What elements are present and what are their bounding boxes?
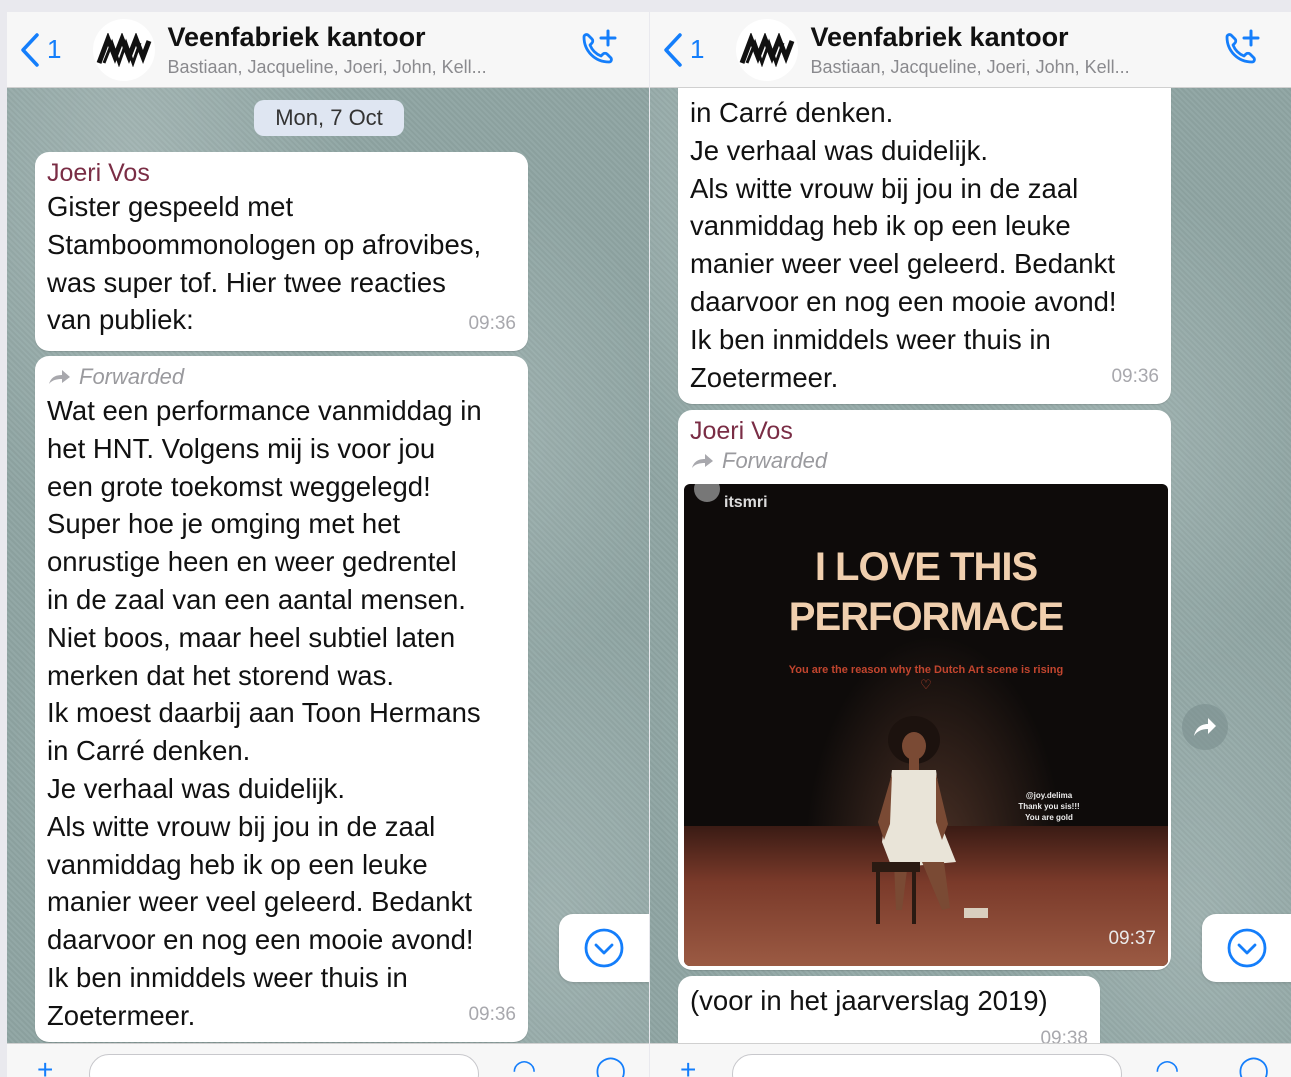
image-tag-handle: @joy.delima [1025, 791, 1073, 800]
microphone-icon[interactable]: ◯ [1238, 1056, 1269, 1077]
group-members: Bastiaan, Jacqueline, Joeri, John, Kell.… [810, 56, 1130, 77]
message-text: in Carré denken. Je verhaal was duidelij… [690, 97, 1117, 393]
share-button[interactable] [1182, 704, 1228, 750]
plus-icon[interactable]: + [680, 1056, 696, 1077]
back-unread-count: 1 [47, 34, 62, 64]
message-bubble-continued[interactable]: in Carré denken. Je verhaal was duidelij… [678, 88, 1171, 404]
image-tag-line2: Thank you sis!!! [1018, 802, 1080, 811]
back-button[interactable]: 1 [662, 32, 704, 68]
back-unread-count: 1 [690, 34, 705, 64]
share-arrow-icon [1194, 718, 1216, 736]
input-bar: + ◠ ◯ [650, 1043, 1291, 1077]
chevron-down-circle-icon [1227, 928, 1267, 968]
forwarded-text: Forwarded [722, 448, 828, 473]
add-call-icon[interactable] [575, 27, 621, 73]
forward-arrow-icon [692, 454, 713, 468]
group-title: Veenfabriek kantoor [810, 21, 1069, 52]
chevron-down-circle-icon [584, 928, 624, 968]
logo-icon [97, 32, 152, 67]
group-title: Veenfabriek kantoor [167, 21, 426, 52]
forwarded-label: Forwarded [690, 446, 1159, 476]
chat-title-block[interactable]: Veenfabriek kantoor Bastiaan, Jacqueline… [167, 22, 557, 78]
message-time: 09:36 [468, 313, 516, 335]
forwarded-image[interactable]: itsmri I LOVE THIS PERFORMACE You are th… [684, 484, 1168, 966]
forwarded-text: Forwarded [79, 364, 185, 389]
chat-panel-right: 1 Veenfabriek kantoor Bastiaan, Jacqueli… [650, 12, 1291, 1077]
chat-header: 1 Veenfabriek kantoor Bastiaan, Jacqueli… [650, 12, 1291, 88]
image-headline-line1: I LOVE THIS [814, 545, 1038, 589]
input-bar: + ◠ ◯ [7, 1043, 649, 1077]
performer-figure [872, 716, 988, 924]
group-avatar[interactable] [93, 18, 156, 81]
date-separator: Mon, 7 Oct [254, 100, 404, 136]
image-tag-line3: You are gold [1025, 813, 1073, 822]
forward-arrow-icon [49, 370, 70, 384]
camera-icon[interactable]: ◠ [1155, 1056, 1179, 1077]
chevron-left-icon [21, 32, 39, 67]
logo-icon [740, 32, 795, 67]
image-handle: itsmri [724, 494, 768, 511]
message-bubble[interactable]: Joeri Vos Gister gespeeld met Stamboommo… [35, 152, 528, 351]
image-headline-line2: PERFORMACE [788, 595, 1064, 639]
message-time: 09:37 [1108, 928, 1156, 950]
image-headline: I LOVE THIS PERFORMACE [684, 542, 1168, 642]
chat-panel-left: 1 Veenfabriek kantoor Bastiaan, Jacqueli… [7, 12, 649, 1077]
group-avatar[interactable] [736, 18, 799, 81]
chevron-left-icon [664, 32, 682, 67]
message-time: 09:36 [1111, 366, 1159, 388]
heart-icon: ♡ [920, 677, 932, 692]
message-sender: Joeri Vos [47, 159, 150, 187]
add-call-icon[interactable] [1218, 27, 1264, 73]
image-tag: @joy.delima Thank you sis!!! You are gol… [999, 790, 1099, 823]
scroll-to-bottom-button[interactable] [559, 914, 649, 982]
forwarded-label: Forwarded [47, 362, 516, 392]
message-input[interactable] [89, 1054, 479, 1077]
image-message-bubble[interactable]: Joeri Vos Forwarded itsmri I LOVE THIS P… [678, 410, 1171, 970]
scroll-to-bottom-button[interactable] [1202, 914, 1291, 982]
message-text: Wat een performance vanmiddag in het HNT… [47, 395, 482, 1031]
forwarded-message-bubble[interactable]: Forwarded Wat een performance vanmiddag … [35, 356, 528, 1042]
chat-title-block[interactable]: Veenfabriek kantoor Bastiaan, Jacqueline… [810, 22, 1200, 78]
chat-header: 1 Veenfabriek kantoor Bastiaan, Jacqueli… [7, 12, 649, 88]
microphone-icon[interactable]: ◯ [595, 1056, 626, 1077]
message-text: Gister gespeeld met Stamboommonologen op… [47, 191, 482, 336]
message-input[interactable] [732, 1054, 1122, 1077]
message-sender: Joeri Vos [690, 417, 793, 445]
camera-icon[interactable]: ◠ [512, 1056, 536, 1077]
group-members: Bastiaan, Jacqueline, Joeri, John, Kell.… [167, 56, 487, 77]
plus-icon[interactable]: + [37, 1056, 53, 1077]
message-time: 09:36 [468, 1004, 516, 1026]
message-text: (voor in het jaarverslag 2019) [690, 985, 1048, 1016]
story-avatar [694, 484, 720, 502]
back-button[interactable]: 1 [19, 32, 61, 68]
